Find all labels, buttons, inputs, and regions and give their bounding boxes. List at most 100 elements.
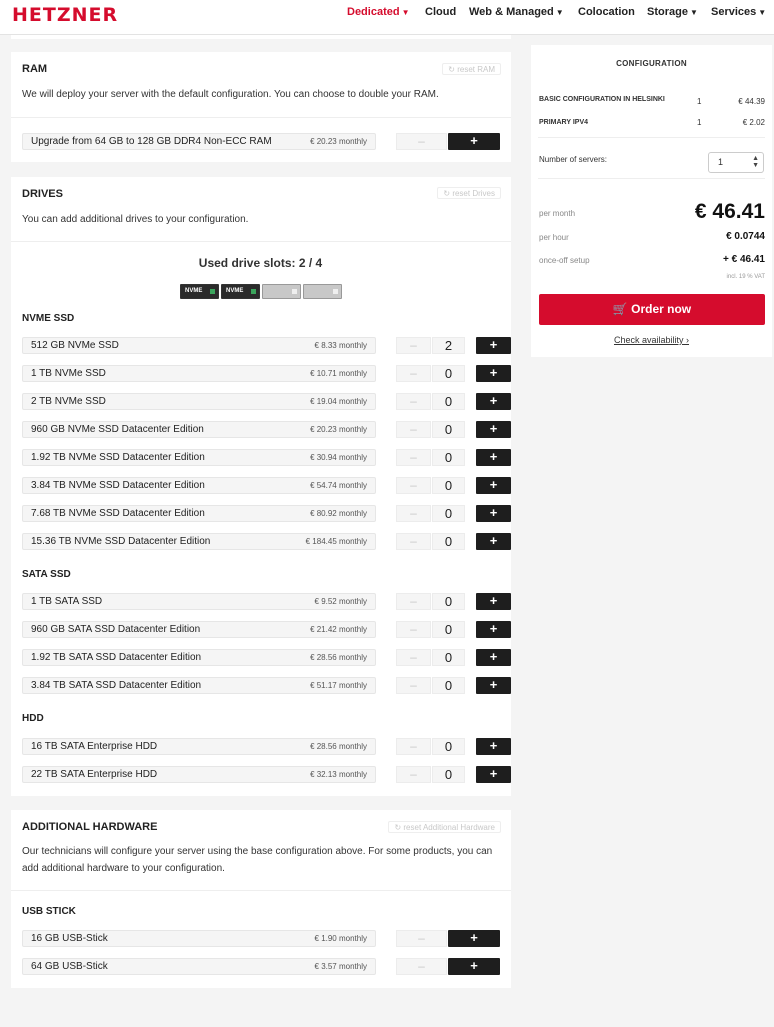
- nav-web-managed[interactable]: Web & Managed ▼: [469, 6, 564, 18]
- quantity-field[interactable]: 0: [432, 766, 465, 783]
- plus-button[interactable]: +: [476, 477, 511, 494]
- option-price: € 28.56 monthly: [310, 742, 367, 751]
- plus-button[interactable]: +: [476, 593, 511, 610]
- minus-button[interactable]: –: [396, 505, 431, 522]
- quantity-field[interactable]: 0: [432, 621, 465, 638]
- reset-drives-button[interactable]: ↻ reset Drives: [437, 187, 501, 199]
- plus-button[interactable]: +: [476, 649, 511, 666]
- option-box: 64 GB USB-Stick € 3.57 monthly: [22, 958, 376, 975]
- option-name: 2 TB NVMe SSD: [31, 396, 106, 407]
- option-row: 1 TB SATA SSD € 9.52 monthly –0 +: [22, 593, 511, 610]
- plus-button[interactable]: +: [448, 930, 500, 947]
- quantity-field[interactable]: 0: [432, 649, 465, 666]
- minus-button[interactable]: –: [396, 421, 431, 438]
- minus-button[interactable]: –: [396, 621, 431, 638]
- minus-button[interactable]: –: [396, 393, 431, 410]
- quantity-field[interactable]: 0: [432, 677, 465, 694]
- plus-button[interactable]: +: [476, 449, 511, 466]
- minus-button[interactable]: –: [396, 533, 431, 550]
- plus-button[interactable]: +: [476, 337, 511, 354]
- minus-button[interactable]: –: [396, 930, 447, 947]
- nav-colocation[interactable]: Colocation: [578, 6, 635, 18]
- quantity-field[interactable]: 0: [432, 505, 465, 522]
- ram-option-row: Upgrade from 64 GB to 128 GB DDR4 Non-EC…: [22, 133, 511, 150]
- per-month-price: € 46.41: [694, 200, 765, 223]
- minus-button[interactable]: –: [396, 738, 431, 755]
- divider: [538, 178, 765, 179]
- plus-button[interactable]: +: [448, 958, 500, 975]
- option-box: 15.36 TB NVMe SSD Datacenter Edition € 18…: [22, 533, 376, 550]
- plus-button[interactable]: +: [476, 677, 511, 694]
- option-name: 7.68 TB NVMe SSD Datacenter Edition: [31, 508, 205, 519]
- reset-ram-button[interactable]: ↻ reset RAM: [442, 63, 501, 75]
- minus-button[interactable]: –: [396, 593, 431, 610]
- quantity-field[interactable]: 0: [432, 533, 465, 550]
- plus-button[interactable]: +: [476, 621, 511, 638]
- chevron-down-icon: ▼: [401, 8, 410, 17]
- plus-button[interactable]: +: [476, 738, 511, 755]
- reset-hardware-button[interactable]: ↻ reset Additional Hardware: [388, 821, 501, 833]
- drives-panel: DRIVES ↻ reset Drives You can add additi…: [11, 177, 511, 796]
- option-price: € 20.23 monthly: [310, 137, 367, 146]
- quantity-field[interactable]: 0: [432, 738, 465, 755]
- plus-button[interactable]: +: [448, 133, 500, 150]
- config-line-qty: 1: [697, 97, 702, 106]
- check-availability-link[interactable]: Check availability ›: [531, 335, 772, 345]
- plus-button[interactable]: +: [476, 766, 511, 783]
- quantity-field[interactable]: 0: [432, 393, 465, 410]
- nav-services[interactable]: Services ▼: [711, 6, 766, 18]
- option-row: 64 GB USB-Stick € 3.57 monthly – +: [22, 958, 511, 975]
- minus-button[interactable]: –: [396, 337, 431, 354]
- hetzner-logo[interactable]: HETZNER: [12, 4, 118, 26]
- top-header: HETZNER Dedicated ▼ Cloud Web & Managed ▼ …: [0, 0, 774, 35]
- plus-button[interactable]: +: [476, 421, 511, 438]
- config-line-price: € 44.39: [738, 97, 765, 106]
- option-name: 1 TB SATA SSD: [31, 596, 103, 607]
- option-box: 1.92 TB SATA SSD Datacenter Edition € 28.…: [22, 649, 376, 666]
- minus-button[interactable]: –: [396, 677, 431, 694]
- option-name: 960 GB SATA SSD Datacenter Edition: [31, 624, 201, 635]
- nav-label: Storage: [647, 6, 688, 18]
- quantity-field[interactable]: 2: [432, 337, 465, 354]
- plus-button[interactable]: +: [476, 533, 511, 550]
- option-name: 960 GB NVMe SSD Datacenter Edition: [31, 424, 204, 435]
- refresh-icon: ↻: [448, 65, 458, 74]
- nav-cloud[interactable]: Cloud: [425, 6, 456, 18]
- drive-slot: NVME: [180, 284, 219, 299]
- option-row: 960 GB SATA SSD Datacenter Edition € 21.4…: [22, 621, 511, 638]
- quantity-field[interactable]: 0: [432, 477, 465, 494]
- plus-button[interactable]: +: [476, 505, 511, 522]
- nav-label: Services: [711, 6, 757, 18]
- quantity-field[interactable]: 0: [432, 421, 465, 438]
- option-name: 16 GB USB-Stick: [31, 933, 108, 944]
- minus-button[interactable]: –: [396, 649, 431, 666]
- configuration-title: CONFIGURATION: [616, 59, 687, 68]
- nav-dedicated[interactable]: Dedicated ▼: [347, 6, 410, 18]
- setup-label: once-off setup: [539, 256, 590, 265]
- minus-button[interactable]: –: [396, 449, 431, 466]
- option-row: 16 TB SATA Enterprise HDD € 28.56 monthly…: [22, 738, 511, 755]
- minus-button[interactable]: –: [396, 365, 431, 382]
- quantity-field[interactable]: 0: [432, 449, 465, 466]
- reset-label: reset Drives: [452, 189, 495, 198]
- minus-button[interactable]: –: [396, 133, 447, 150]
- option-name: 3.84 TB SATA SSD Datacenter Edition: [31, 680, 202, 691]
- minus-button[interactable]: –: [396, 477, 431, 494]
- order-now-button[interactable]: 🛒 Order now: [539, 294, 765, 325]
- slot-led-icon: [251, 289, 256, 294]
- spinner-icon[interactable]: ▲ ▼: [752, 155, 759, 169]
- option-name: 1.92 TB NVMe SSD Datacenter Edition: [31, 452, 205, 463]
- option-row: 3.84 TB SATA SSD Datacenter Edition € 51.…: [22, 677, 511, 694]
- quantity-field[interactable]: 0: [432, 593, 465, 610]
- nav-label: Cloud: [425, 6, 457, 18]
- plus-button[interactable]: +: [476, 365, 511, 382]
- servers-input[interactable]: 1 ▲ ▼: [708, 152, 764, 173]
- nav-storage[interactable]: Storage ▼: [647, 6, 698, 18]
- option-row: 960 GB NVMe SSD Datacenter Edition € 20.2…: [22, 421, 511, 438]
- plus-button[interactable]: +: [476, 393, 511, 410]
- minus-button[interactable]: –: [396, 766, 431, 783]
- quantity-field[interactable]: 0: [432, 365, 465, 382]
- drive-slot: [303, 284, 342, 299]
- minus-button[interactable]: –: [396, 958, 447, 975]
- config-line-qty: 1: [697, 118, 702, 127]
